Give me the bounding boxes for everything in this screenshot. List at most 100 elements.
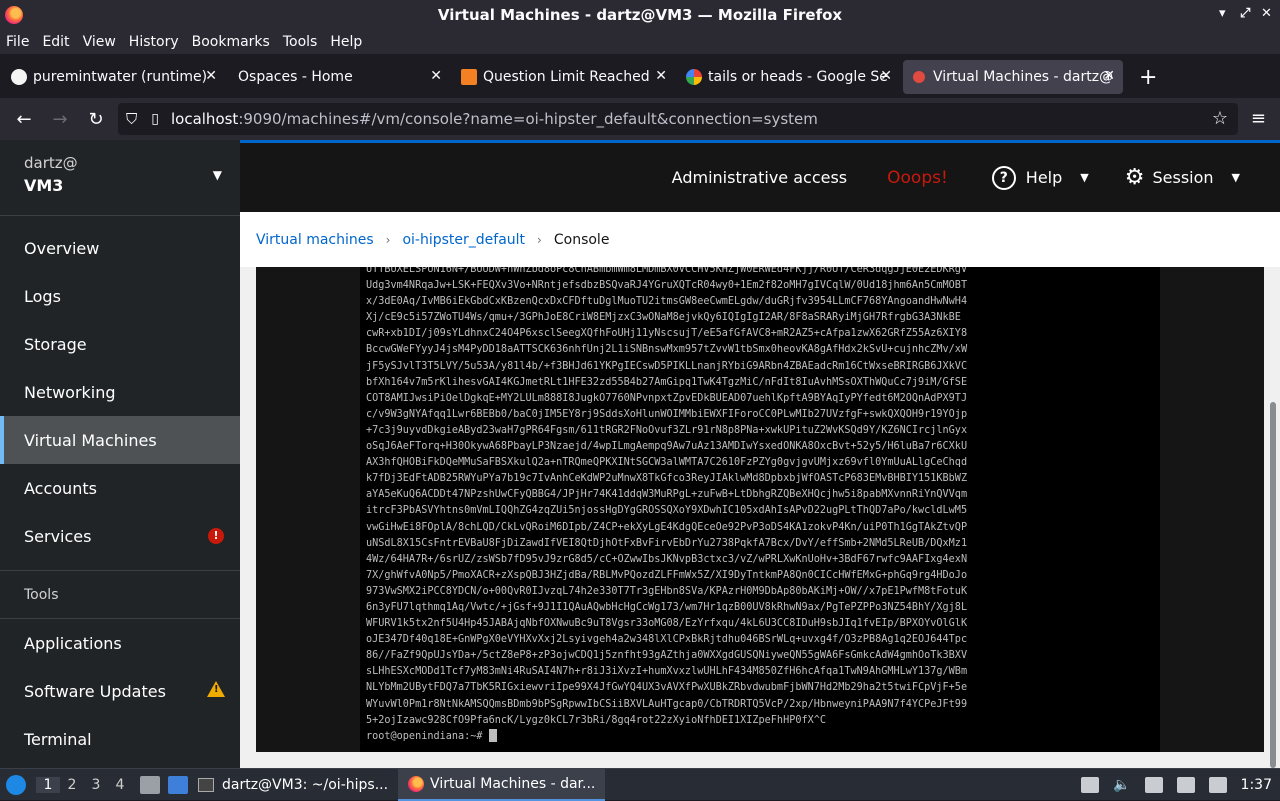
reload-icon[interactable]: ↻ — [78, 109, 114, 130]
tab-title: tails or heads - Google Se — [708, 69, 888, 85]
back-arrow-icon[interactable]: ← — [6, 109, 42, 130]
session-menu-button[interactable]: ⚙ Session ▼ — [1125, 165, 1240, 190]
error-badge-icon: ! — [208, 528, 224, 544]
terminal-line: +7c3j9uyvdDkgieAByd23waH7gPR64Fgsm/611tR… — [366, 424, 968, 436]
window-title: Virtual Machines - dartz@VM3 — Mozilla F… — [437, 6, 843, 24]
vnc-console[interactable]: UTTBUXELSPUN16N+/BUUDW+nWnZbd8oPc8CnABmb… — [256, 267, 1264, 752]
sidebar-item-virtual-machines[interactable]: Virtual Machines — [0, 416, 240, 464]
sidebar-item-software-updates[interactable]: Software Updates ! — [0, 667, 240, 715]
scrollbar-thumb[interactable] — [1270, 402, 1276, 768]
tab-google-search[interactable]: tails or heads - Google Se ✕ — [678, 60, 900, 94]
start-menu-icon[interactable] — [6, 774, 26, 795]
caret-down-icon: ▼ — [1231, 171, 1240, 184]
tab-puremintwater[interactable]: puremintwater (runtime) ✕ — [3, 60, 225, 94]
sidebar-item-services[interactable]: Services ! — [0, 512, 240, 560]
forward-arrow-icon[interactable]: → — [42, 109, 78, 130]
tab-ospaces[interactable]: Ospaces - Home ✕ — [228, 60, 450, 94]
terminal-screen[interactable]: UTTBUXELSPUN16N+/BUUDW+nWnZbd8oPc8CnABmb… — [360, 267, 1160, 752]
workspace-4[interactable]: 4 — [108, 777, 132, 793]
page-icon[interactable]: ▯ — [151, 111, 159, 127]
clipboard-icon[interactable] — [1144, 777, 1163, 793]
sidebar-item-applications[interactable]: Applications — [0, 619, 240, 667]
github-icon — [11, 69, 27, 85]
sidebar-item-logs[interactable]: Logs — [0, 272, 240, 320]
menu-tools[interactable]: Tools — [283, 34, 318, 50]
tab-close-icon[interactable]: ✕ — [430, 68, 442, 84]
menu-file[interactable]: File — [6, 34, 29, 50]
minimize-icon[interactable]: ▾ — [1219, 6, 1226, 21]
sidebar-item-networking[interactable]: Networking — [0, 368, 240, 416]
sidebar-item-terminal[interactable]: Terminal — [0, 715, 240, 763]
shield-icon[interactable]: ⛉ — [126, 110, 137, 128]
tab-close-icon[interactable]: ✕ — [205, 68, 217, 84]
tab-close-icon[interactable]: ✕ — [1103, 68, 1115, 84]
sidebar-item-label: Applications — [24, 633, 122, 653]
terminal-line: 7X/ghWfvA0Np5/PmoXACR+zXspQBJ3HZjdBa/RBL… — [366, 569, 968, 581]
tab-question-limit[interactable]: Question Limit Reached ✕ — [453, 60, 675, 94]
terminal-line: Udg3vm4NRqaJw+LSK+FEQXv3Vo+NRntjefsdbzBS… — [366, 280, 968, 292]
network-icon[interactable] — [1208, 777, 1227, 793]
sidebar-item-label: Overview — [24, 238, 100, 258]
battery-icon[interactable] — [1081, 777, 1100, 793]
sidebar-item-storage[interactable]: Storage — [0, 320, 240, 368]
taskbar-task-firefox[interactable]: Virtual Machines - dar... — [398, 768, 606, 801]
maximize-icon[interactable]: ⤢ — [1240, 6, 1250, 21]
terminal-line: root@openindiana:~# — [366, 729, 1154, 745]
hamburger-menu-icon[interactable]: ≡ — [1251, 108, 1266, 129]
taskbar-task-terminal[interactable]: dartz@VM3: ~/oi-hips... — [188, 769, 398, 801]
terminal-line: itrcF3PbASVYhtns0mVmLIQQhZG4zqZUi5njossH… — [366, 505, 968, 517]
show-desktop-icon[interactable] — [168, 775, 188, 794]
host-switcher[interactable]: dartz@ VM3 ▼ — [0, 140, 240, 216]
terminal-line: BccwGWeFYyyJ4jsM4PyDD18aATTSCK636nhfUnj2… — [366, 344, 968, 356]
close-window-icon[interactable]: ✕ — [1261, 6, 1272, 21]
url-bar[interactable]: ⛉ ▯ localhost:9090/machines#/vm/console?… — [118, 103, 1238, 135]
tab-title: Virtual Machines - dartz@ — [933, 69, 1114, 85]
file-manager-icon[interactable] — [140, 775, 160, 794]
breadcrumb-virtual-machines[interactable]: Virtual machines — [256, 232, 374, 248]
sidebar-item-label: Storage — [24, 334, 87, 354]
terminal-line: Xj/cE9c5i57ZWoTU4Ws/qmu+/3GPhJoE8CriW8EM… — [366, 312, 961, 324]
workspace-1[interactable]: 1 — [36, 776, 60, 793]
workspace-2[interactable]: 2 — [60, 777, 84, 793]
tab-close-icon[interactable]: ✕ — [655, 68, 667, 84]
help-icon: ? — [991, 165, 1016, 190]
bookmark-star-icon[interactable]: ☆ — [1212, 108, 1228, 129]
chevron-right-icon: › — [537, 232, 542, 247]
menu-view[interactable]: View — [83, 34, 116, 50]
tab-virtual-machines[interactable]: Virtual Machines - dartz@ ✕ — [903, 60, 1123, 94]
caret-down-icon[interactable]: ▼ — [213, 168, 222, 182]
menu-help[interactable]: Help — [330, 34, 362, 50]
new-tab-button[interactable]: + — [1139, 65, 1157, 90]
menu-edit[interactable]: Edit — [42, 34, 69, 50]
volume-icon[interactable]: 🔈 — [1113, 777, 1130, 793]
terminal-line: cwR+xb1DI/j09sYLdhnxC24O4P6xsclSeegXQfhF… — [366, 328, 968, 340]
administrative-access-button[interactable]: Administrative access — [672, 168, 847, 187]
terminal-line: uNSdL8X15CsFntrEVBaU8FjDiZawdIfVEI8QtDjh… — [366, 537, 968, 549]
breadcrumb-vm-name[interactable]: oi-hipster_default — [402, 232, 525, 248]
terminal-line: UTTBUXELSPUN16N+/BUUDW+nWnZbd8oPc8CnABmb… — [366, 267, 968, 275]
help-menu-button[interactable]: ? Help ▼ — [991, 165, 1089, 190]
page-scrollbar[interactable] — [1266, 267, 1280, 768]
cockpit-icon — [913, 71, 925, 83]
menu-history[interactable]: History — [129, 34, 179, 50]
terminal-line: 4Wz/64HA7R+/6srUZ/zsWSb7fD95vJ9zrG8d5/cC… — [366, 553, 968, 565]
terminal-line: COT8AMIJwsiPiOelDgkqE+MY2LULm888I8JugkO7… — [366, 392, 968, 404]
terminal-line: vwGiHwEi8FOplA/8chLQD/CkLvQRoiM6DIpb/Z4C… — [366, 521, 968, 533]
task-label: Virtual Machines - dar... — [430, 775, 596, 792]
sidebar-item-label: Services — [24, 526, 92, 546]
ooops-button[interactable]: Ooops! — [887, 168, 948, 188]
terminal-line: sLHhESXcMODd1Tcf7yM83mNi4RuSAI4N7h+r8iJ3… — [366, 666, 968, 678]
tab-close-icon[interactable]: ✕ — [880, 68, 892, 84]
sidebar-item-accounts[interactable]: Accounts — [0, 464, 240, 512]
terminal-line: NLYbMm2UBytFDQ7a7TbK5RIGxiewvriIpe99X4Jf… — [366, 682, 968, 694]
display-icon[interactable] — [1176, 777, 1195, 793]
firefox-icon — [408, 775, 425, 792]
sidebar-item-overview[interactable]: Overview — [0, 224, 240, 272]
host-name: VM3 — [24, 176, 64, 195]
workspace-3[interactable]: 3 — [84, 777, 108, 793]
google-icon — [686, 69, 702, 85]
main-content: Virtual machines › oi-hipster_default › … — [240, 212, 1280, 768]
system-tray: 🔈 1:37 — [1081, 769, 1280, 801]
menu-bookmarks[interactable]: Bookmarks — [192, 34, 270, 50]
url-path: :9090/machines#/vm/console?name=oi-hipst… — [238, 110, 818, 128]
